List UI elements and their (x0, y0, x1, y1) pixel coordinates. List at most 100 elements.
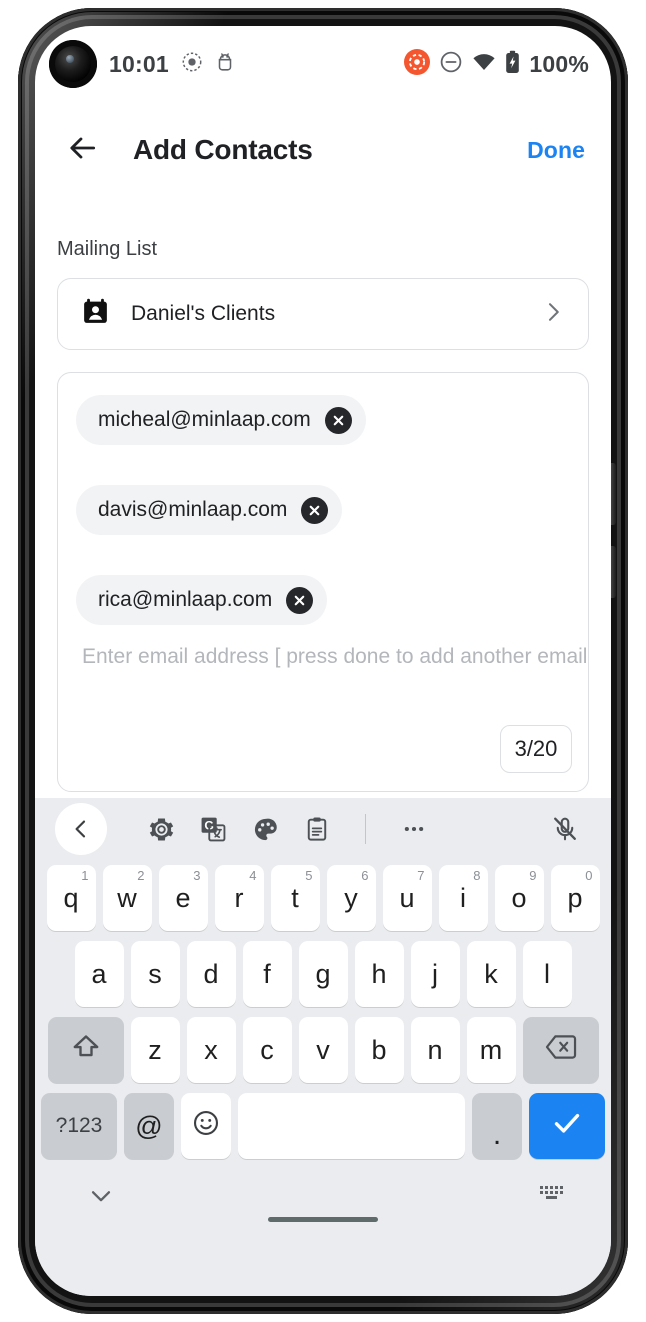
key-a[interactable]: a (74, 941, 124, 1007)
key-label: w (117, 882, 137, 913)
key-i[interactable]: 8 i (438, 865, 488, 931)
wifi-icon (472, 52, 496, 77)
key-m[interactable]: m (466, 1017, 516, 1083)
key-v[interactable]: v (298, 1017, 348, 1083)
key-superscript: 0 (585, 868, 593, 883)
key-b[interactable]: b (354, 1017, 404, 1083)
key-h[interactable]: h (354, 941, 404, 1007)
key-n[interactable]: n (410, 1017, 460, 1083)
camera-punch-hole (49, 40, 97, 88)
key-c[interactable]: c (242, 1017, 292, 1083)
key-z[interactable]: z (130, 1017, 180, 1083)
key-u[interactable]: 7 u (382, 865, 432, 931)
space-key[interactable] (238, 1093, 465, 1159)
arrow-left-icon (67, 132, 99, 169)
shift-key[interactable] (47, 1017, 124, 1083)
key-r[interactable]: 4 r (214, 865, 264, 931)
app-bar: Add Contacts Done (35, 102, 611, 198)
key-label: y (344, 882, 358, 913)
keyboard-switch-icon (539, 1186, 565, 1208)
key-o[interactable]: 9 o (494, 865, 544, 931)
key-k[interactable]: k (466, 941, 516, 1007)
page-title: Add Contacts (133, 134, 313, 165)
key-label: i (460, 882, 466, 913)
key-label: t (291, 882, 299, 913)
key-d[interactable]: d (186, 941, 236, 1007)
chevron-right-icon (540, 299, 566, 330)
key-f[interactable]: f (242, 941, 292, 1007)
key-j[interactable]: j (410, 941, 460, 1007)
switch-keyboard-button[interactable] (539, 1182, 565, 1209)
key-label: r (234, 882, 244, 913)
kb-collapse-toolbar-button[interactable] (55, 803, 107, 855)
key-x[interactable]: x (186, 1017, 236, 1083)
back-button[interactable] (61, 128, 105, 172)
key-s[interactable]: s (130, 941, 180, 1007)
check-icon (550, 1106, 584, 1147)
key-superscript: 8 (473, 868, 481, 883)
email-chip-label: rica@minlaap.com (98, 588, 273, 611)
kb-theme-button[interactable] (239, 803, 291, 855)
hide-keyboard-button[interactable] (87, 1182, 115, 1215)
backspace-key[interactable] (522, 1017, 599, 1083)
keyboard-row-4: ?123 @ . (35, 1088, 611, 1164)
keyboard-toolbar-divider (365, 814, 366, 844)
key-q[interactable]: 1 q (46, 865, 96, 931)
key-label: u (399, 882, 415, 913)
key-g[interactable]: g (298, 941, 348, 1007)
email-chip[interactable]: micheal@minlaap.com (76, 395, 366, 445)
key-label: p (567, 882, 583, 913)
enter-key[interactable] (529, 1093, 605, 1159)
key-label: o (511, 882, 527, 913)
key-t[interactable]: 5 t (270, 865, 320, 931)
home-gesture-indicator[interactable] (268, 1217, 378, 1222)
recipients-input-box[interactable]: micheal@minlaap.com davis@minlaap.com ri… (57, 372, 589, 792)
email-chip[interactable]: davis@minlaap.com (76, 485, 343, 535)
key-superscript: 9 (529, 868, 537, 883)
content-area: Mailing List Daniel's Clients micheal@mi… (35, 198, 611, 798)
symbols-key[interactable]: ?123 (41, 1093, 117, 1159)
done-button[interactable]: Done (527, 137, 585, 164)
close-circle-icon[interactable] (301, 496, 329, 524)
kb-settings-button[interactable] (135, 803, 187, 855)
key-w[interactable]: 2 w (102, 865, 152, 931)
on-screen-keyboard: G 1 q 2 w 3 e 4 r 5 t 6 y 7 u 8 i 9 o 0 … (35, 798, 611, 1296)
email-input-placeholder[interactable]: Enter email address [ press done to add … (82, 645, 588, 669)
email-chip[interactable]: rica@minlaap.com (76, 575, 328, 625)
mailing-list-label: Mailing List (57, 238, 158, 260)
chevron-down-icon (87, 1191, 115, 1214)
do-not-disturb-icon (439, 50, 463, 79)
contacts-book-icon (80, 296, 111, 332)
key-l[interactable]: l (522, 941, 572, 1007)
key-superscript: 1 (81, 868, 89, 883)
key-p[interactable]: 0 p (550, 865, 600, 931)
close-circle-icon[interactable] (324, 406, 352, 434)
key-superscript: 4 (249, 868, 257, 883)
close-circle-icon[interactable] (286, 586, 314, 614)
kb-mic-button[interactable] (539, 803, 591, 855)
kb-more-button[interactable] (388, 803, 440, 855)
key-superscript: 3 (193, 868, 201, 883)
kb-clipboard-button[interactable] (291, 803, 343, 855)
key-superscript: 5 (305, 868, 313, 883)
period-key[interactable]: . (472, 1093, 522, 1159)
battery-charging-icon (505, 50, 520, 79)
keyboard-row-1: 1 q 2 w 3 e 4 r 5 t 6 y 7 u 8 i 9 o 0 p (35, 860, 611, 936)
key-e[interactable]: 3 e (158, 865, 208, 931)
at-key[interactable]: @ (124, 1093, 174, 1159)
status-clock: 10:01 (109, 50, 169, 77)
kb-translate-button[interactable]: G (187, 803, 239, 855)
mailing-list-selector[interactable]: Daniel's Clients (57, 278, 589, 350)
screen-record-dot-icon (181, 51, 203, 78)
mailing-list-name: Daniel's Clients (131, 302, 276, 325)
recipient-counter-badge: 3/20 (500, 725, 572, 773)
key-superscript: 2 (137, 868, 145, 883)
status-bar: 10:01 100% (35, 26, 611, 102)
emoji-key[interactable] (181, 1093, 231, 1159)
email-chip-label: davis@minlaap.com (98, 498, 288, 521)
key-y[interactable]: 6 y (326, 865, 376, 931)
keyboard-toolbar: G (35, 798, 611, 860)
battery-percent-label: 100% (529, 50, 589, 77)
status-bar-right: 100% (404, 48, 589, 80)
key-label: q (63, 882, 79, 913)
